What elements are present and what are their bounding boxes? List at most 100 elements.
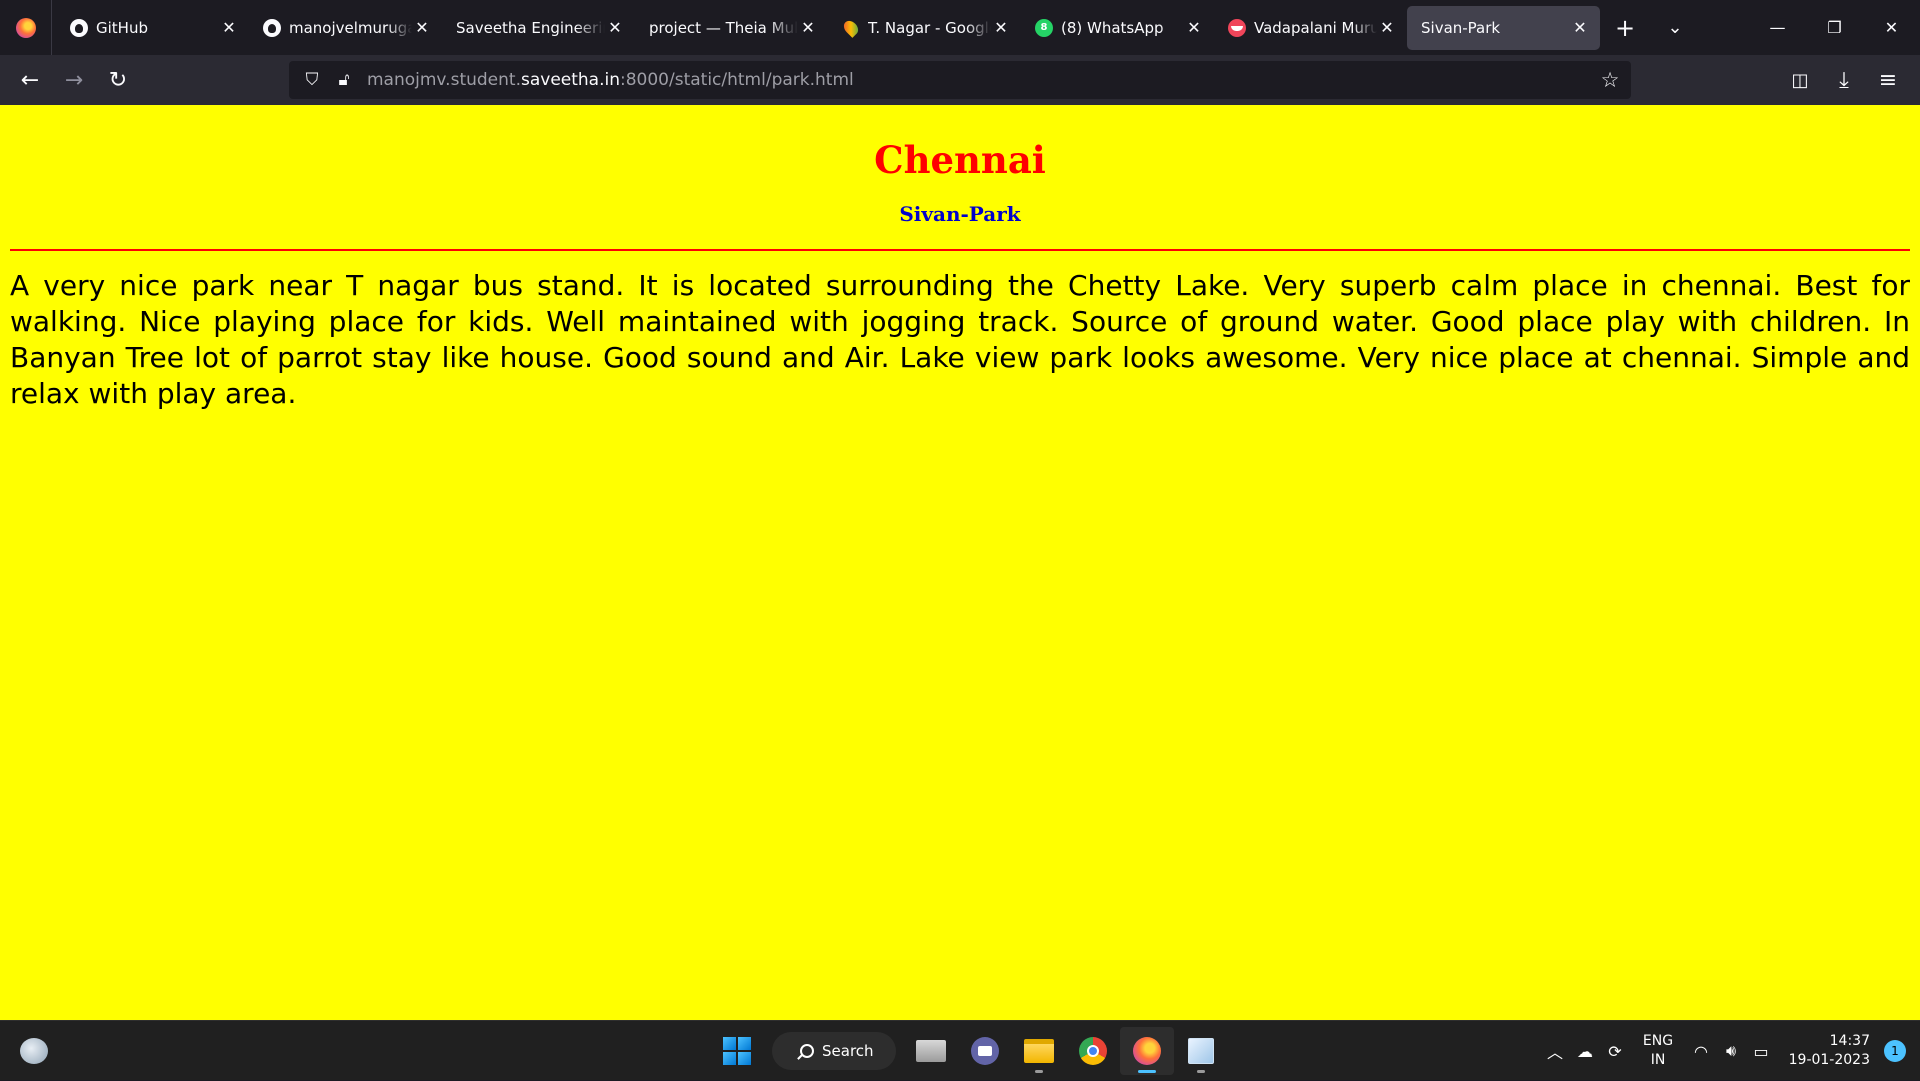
hamburger-menu-icon: ≡: [1878, 67, 1898, 93]
url-host: saveetha.in: [520, 70, 620, 90]
tab-title: Vadapalani Murug: [1254, 18, 1377, 37]
chevron-up-icon: ︿: [1546, 1043, 1563, 1062]
pocket-icon: ◫: [1791, 69, 1809, 91]
wifi-icon[interactable]: ◠: [1686, 1036, 1716, 1066]
forward-button[interactable]: →: [52, 58, 96, 102]
weather-widget-icon[interactable]: [20, 1038, 48, 1064]
windows-logo-icon: [723, 1037, 751, 1065]
tab-vadapalani[interactable]: Vadapalani Murug ✕: [1214, 6, 1407, 50]
taskbar-search[interactable]: Search: [772, 1032, 896, 1070]
show-hidden-icons-button[interactable]: ︿: [1540, 1036, 1570, 1066]
volume-icon[interactable]: 🔊︎: [1716, 1036, 1746, 1066]
close-window-button[interactable]: ✕: [1863, 0, 1920, 55]
language-code: ENG: [1642, 1033, 1674, 1049]
input-language[interactable]: ENG IN: [1630, 1032, 1686, 1070]
app-menu-button[interactable]: ≡: [1866, 58, 1910, 102]
tab-title: Sivan-Park: [1421, 18, 1501, 37]
tab-close-icon[interactable]: ✕: [798, 18, 818, 38]
video-chat-icon: [971, 1037, 999, 1065]
search-label: Search: [822, 1042, 874, 1060]
github-icon: [263, 18, 281, 37]
tab-whatsapp[interactable]: 8 (8) WhatsApp ✕: [1021, 6, 1214, 50]
tab-title: Saveetha Engineering: [456, 18, 605, 37]
downloads-button[interactable]: ⤓: [1822, 58, 1866, 102]
minimize-button[interactable]: —: [1749, 0, 1806, 55]
whatsapp-icon: 8: [1035, 18, 1053, 37]
firefox-view-button[interactable]: [0, 0, 52, 55]
start-button[interactable]: [710, 1027, 764, 1075]
tab-close-icon[interactable]: ✕: [412, 18, 432, 38]
github-icon: [70, 18, 88, 37]
system-tray: ︿ ☁ ⟳ ENG IN ◠ 🔊︎ ▭ 14:37 19-01-2023 1: [1540, 1021, 1920, 1081]
tab-close-icon[interactable]: ✕: [1184, 18, 1204, 38]
tab-close-icon[interactable]: ✕: [219, 18, 239, 38]
windows-taskbar: Search ︿ ☁ ⟳ ENG IN ◠ 🔊︎ ▭ 14:37 19-01-2…: [0, 1020, 1920, 1080]
firefox-icon: [15, 17, 36, 38]
tab-manojvelmurugan[interactable]: manojvelmurugan ✕: [249, 6, 442, 50]
tab-theia-project[interactable]: project — Theia Multi- ✕: [635, 6, 828, 50]
sync-icon[interactable]: ⟳: [1600, 1036, 1630, 1066]
plus-icon: +: [1614, 13, 1636, 42]
page-heading: Chennai: [874, 138, 1046, 182]
reload-button[interactable]: ↻: [96, 58, 140, 102]
firefox-icon: [1133, 1037, 1161, 1065]
url-prefix: manojmv.student.: [367, 70, 521, 90]
tab-title: (8) WhatsApp: [1061, 18, 1164, 37]
onedrive-icon[interactable]: ☁: [1570, 1036, 1600, 1066]
task-view-button[interactable]: [904, 1027, 958, 1075]
clock-time: 14:37: [1829, 1033, 1870, 1049]
tab-title: GitHub: [96, 18, 148, 37]
maps-pin-icon: [841, 17, 861, 38]
tab-title: project — Theia Multi-: [649, 18, 798, 37]
firefox-taskbar-button[interactable]: [1120, 1027, 1174, 1075]
shield-icon[interactable]: ⛉: [299, 67, 325, 93]
taskbar-apps: Search: [710, 1027, 1228, 1075]
folder-icon: [1024, 1039, 1054, 1063]
window-controls: — ❐ ✕: [1749, 0, 1920, 55]
new-tab-button[interactable]: +: [1600, 6, 1650, 50]
tab-t-nagar-maps[interactable]: T. Nagar - Google ✕: [828, 6, 1021, 50]
url-suffix: :8000/static/html/park.html: [620, 70, 854, 90]
insecure-lock-icon[interactable]: 🔓︎: [331, 67, 357, 93]
chevron-down-icon: ⌄: [1667, 17, 1683, 38]
arrow-right-icon: →: [64, 67, 84, 93]
tab-close-icon[interactable]: ✕: [1377, 18, 1397, 38]
tab-sivan-park[interactable]: Sivan-Park ✕: [1407, 5, 1600, 50]
arrow-left-icon: ←: [20, 67, 40, 93]
pocket-button[interactable]: ◫: [1778, 58, 1822, 102]
tab-title: T. Nagar - Google: [868, 18, 991, 37]
restore-icon: ❐: [1827, 18, 1842, 37]
chrome-button[interactable]: [1066, 1027, 1120, 1075]
paint-button[interactable]: [1174, 1027, 1228, 1075]
park-description: A very nice park near T nagar bus stand.…: [10, 269, 1910, 410]
tab-close-icon[interactable]: ✕: [991, 18, 1011, 38]
close-icon: ✕: [1884, 18, 1899, 37]
teams-chat-button[interactable]: [958, 1027, 1012, 1075]
region-code: IN: [1650, 1052, 1666, 1068]
download-icon: ⤓: [1839, 67, 1849, 93]
address-bar[interactable]: ⛉ 🔓︎ manojmv.student.saveetha.in:8000/st…: [289, 61, 1631, 99]
restore-button[interactable]: ❐: [1806, 0, 1863, 55]
minimize-icon: —: [1769, 18, 1786, 37]
tab-close-icon[interactable]: ✕: [605, 18, 625, 38]
reload-icon: ↻: [108, 67, 128, 93]
task-view-icon: [916, 1040, 946, 1062]
tab-list: GitHub ✕ manojvelmurugan ✕ Saveetha Engi…: [52, 0, 1600, 55]
chrome-icon: [1079, 1037, 1107, 1065]
notification-badge[interactable]: 1: [1884, 1040, 1906, 1062]
clock[interactable]: 14:37 19-01-2023: [1776, 1032, 1876, 1070]
tab-close-icon[interactable]: ✕: [1570, 18, 1590, 38]
list-all-tabs-button[interactable]: ⌄: [1650, 6, 1700, 50]
tab-strip: GitHub ✕ manojvelmurugan ✕ Saveetha Engi…: [0, 0, 1920, 55]
file-explorer-button[interactable]: [1012, 1027, 1066, 1075]
battery-icon[interactable]: ▭: [1746, 1036, 1776, 1066]
tab-github[interactable]: GitHub ✕: [56, 6, 249, 50]
navigation-toolbar: ← → ↻ ⛉ 🔓︎ manojmv.student.saveetha.in:8…: [0, 55, 1920, 105]
url-text[interactable]: manojmv.student.saveetha.in:8000/static/…: [367, 70, 854, 90]
page-subheading: Sivan-Park: [899, 202, 1021, 226]
bookmark-star-icon[interactable]: ☆: [1597, 67, 1623, 93]
tab-saveetha-engineering[interactable]: Saveetha Engineering ✕: [442, 6, 635, 50]
back-button[interactable]: ←: [8, 58, 52, 102]
tab-title: manojvelmurugan: [289, 18, 412, 37]
toolbar-right: ◫ ⤓ ≡: [1778, 58, 1910, 102]
